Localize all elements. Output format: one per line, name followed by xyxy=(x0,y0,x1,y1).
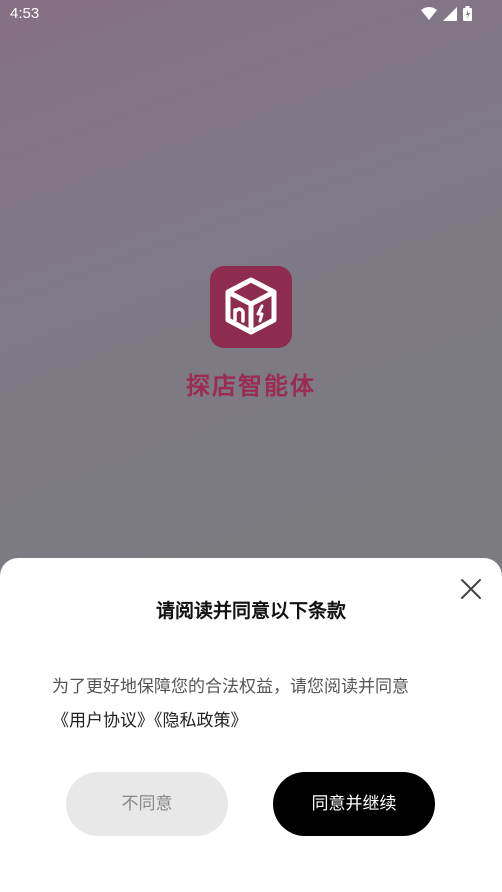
terms-dialog: 请阅读并同意以下条款 为了更好地保障您的合法权益，请您阅读并同意 《用户协议》《… xyxy=(0,558,502,892)
dialog-message-text: 为了更好地保障您的合法权益，请您阅读并同意 xyxy=(52,677,409,697)
app-name: 探店智能体 xyxy=(186,372,316,400)
battery-icon xyxy=(463,6,472,21)
app-logo-icon xyxy=(210,266,292,348)
disagree-button[interactable]: 不同意 xyxy=(66,772,228,836)
status-time: 4:53 xyxy=(10,5,40,22)
status-icons xyxy=(421,6,472,21)
dialog-title: 请阅读并同意以下条款 xyxy=(155,600,346,622)
agree-continue-button[interactable]: 同意并继续 xyxy=(273,772,435,836)
user-agreement-link[interactable]: 《用户协议》 xyxy=(52,711,154,731)
splash-logo: 探店智能体 xyxy=(0,266,502,401)
status-bar: 4:53 xyxy=(0,0,502,30)
signal-icon xyxy=(443,6,457,21)
dialog-message: 为了更好地保障您的合法权益，请您阅读并同意 《用户协议》《隐私政策》 xyxy=(52,670,472,738)
logo-cube-icon xyxy=(225,277,277,335)
wifi-icon xyxy=(421,6,437,20)
privacy-policy-link[interactable]: 《隐私政策》 xyxy=(154,711,248,731)
